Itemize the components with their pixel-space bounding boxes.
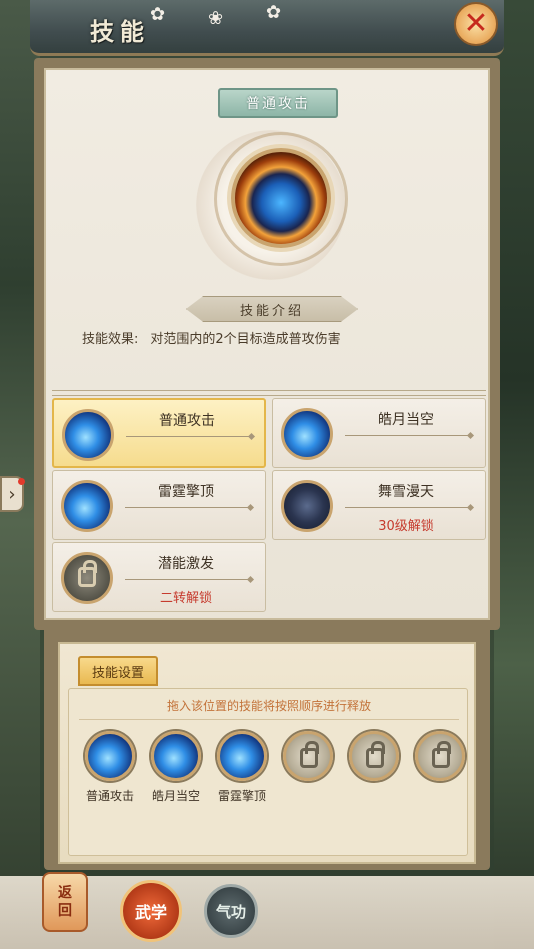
flower-decoration-icon: ✿: [266, 2, 282, 23]
skill-slot-5-locked[interactable]: [349, 731, 399, 781]
hint-divider: [79, 719, 459, 720]
tab-wuxue[interactable]: 武学: [120, 880, 182, 942]
skill-card-putong[interactable]: 普通攻击: [52, 398, 266, 468]
close-icon: ✕: [463, 6, 489, 41]
skill-effect-label: 技能效果:: [82, 332, 139, 347]
skill-name: 舞雪漫天: [378, 484, 434, 500]
background-right: [494, 0, 534, 949]
tab-skill-settings[interactable]: 技能设置: [78, 656, 158, 686]
skill-settings-inner: 技能设置 拖入该位置的技能将按照顺序进行释放 普通攻击 皓月当空 雷霆擎顶: [58, 642, 476, 864]
notification-dot: [18, 478, 25, 485]
skill-name: 雷霆擎顶: [158, 484, 214, 500]
skill-card-wuxue[interactable]: 舞雪漫天 30级解锁: [272, 470, 486, 540]
back-label: 回: [58, 903, 72, 919]
skill-slot-2[interactable]: [151, 731, 201, 781]
skill-intro-header: 技能介绍: [186, 296, 358, 322]
lock-icon: [432, 741, 451, 768]
sword-slash-icon: [281, 408, 333, 460]
lock-icon: [366, 741, 385, 768]
skill-order-hint: 拖入该位置的技能将按照顺序进行释放: [166, 699, 371, 713]
skill-divider: [125, 579, 249, 580]
skill-slot-label: 普通攻击: [85, 789, 134, 803]
skill-slot-6-locked[interactable]: [415, 731, 465, 781]
skill-name: 皓月当空: [378, 412, 434, 428]
back-label: 返: [58, 885, 72, 901]
skill-card-qianneng[interactable]: 潜能激发 二转解锁: [52, 542, 266, 612]
unlock-requirement: 30级解锁: [378, 519, 434, 534]
back-button[interactable]: 返 回: [42, 872, 88, 932]
window-title: 技能: [90, 17, 150, 46]
dark-sword-icon: [281, 480, 333, 532]
window-titlebar: ✿ ❀ ✿ 技能: [30, 0, 504, 56]
skill-card-haoyue[interactable]: 皓月当空: [272, 398, 486, 468]
selected-skill-title: 普通攻击: [218, 88, 338, 118]
sword-slash-icon: [62, 409, 114, 461]
skill-slot-4-locked[interactable]: [283, 731, 333, 781]
skill-divider: [126, 436, 250, 437]
skill-effect: 技能效果: 对范围内的2个目标造成普攻伤害: [82, 328, 462, 347]
skill-effect-text: 对范围内的2个目标造成普攻伤害: [150, 332, 341, 347]
close-button[interactable]: ✕: [454, 2, 498, 46]
skill-slot-3[interactable]: [217, 731, 267, 781]
skill-panel-inner: 普通攻击 技能介绍 技能效果: 对范围内的2个目标造成普攻伤害 普通攻击 皓月当空…: [44, 68, 490, 620]
skill-panel: 普通攻击 技能介绍 技能效果: 对范围内的2个目标造成普攻伤害 普通攻击 皓月当空…: [34, 58, 500, 630]
sword-slash-icon: [61, 480, 113, 532]
skill-slot-label: 皓月当空: [151, 789, 200, 803]
skill-slot-area: 拖入该位置的技能将按照顺序进行释放 普通攻击 皓月当空 雷霆擎顶: [68, 688, 468, 856]
lock-icon: [300, 741, 319, 768]
skill-card-leiting[interactable]: 雷霆擎顶: [52, 470, 266, 540]
skill-divider: [125, 507, 249, 508]
tab-qigong[interactable]: 气功: [204, 884, 258, 938]
unlock-requirement: 二转解锁: [159, 591, 212, 606]
selected-skill-icon: [231, 148, 331, 248]
section-divider: [52, 390, 486, 396]
skill-divider: [345, 435, 469, 436]
lock-icon: [61, 552, 113, 604]
skill-slot-1[interactable]: [85, 731, 135, 781]
lock-glyph: [78, 560, 97, 587]
flower-decoration-icon: ✿: [150, 4, 166, 25]
skill-name: 潜能激发: [158, 556, 214, 572]
flower-decoration-icon: ❀: [208, 8, 224, 29]
skill-divider: [345, 507, 469, 508]
skill-name: 普通攻击: [159, 413, 215, 429]
skill-slot-label: 雷霆擎顶: [217, 789, 266, 803]
skill-settings-panel: 技能设置 拖入该位置的技能将按照顺序进行释放 普通攻击 皓月当空 雷霆擎顶: [44, 626, 490, 870]
